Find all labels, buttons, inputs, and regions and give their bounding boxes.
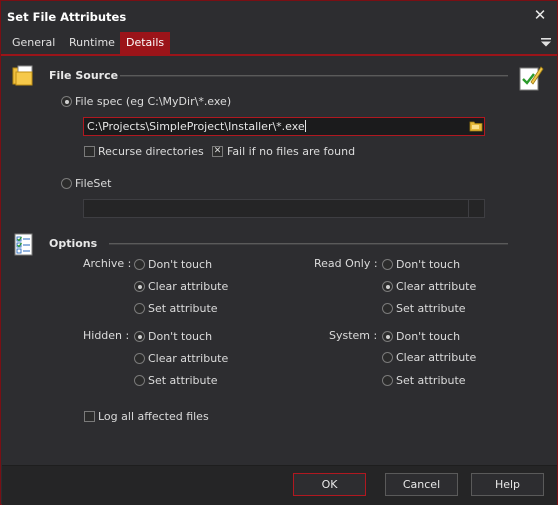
archive-clear-radio[interactable] [134, 281, 145, 292]
tab-general[interactable]: General [6, 32, 61, 54]
fileset-combo[interactable] [83, 199, 485, 218]
system-clear-label: Clear attribute [396, 351, 477, 364]
file-spec-value: C:\Projects\SimpleProject\Installer\*.ex… [87, 120, 305, 133]
log-all-checkbox[interactable] [84, 411, 95, 422]
archive-dont-touch-label: Don't touch [148, 258, 213, 271]
hidden-label: Hidden : [83, 329, 130, 342]
file-spec-label: File spec (eg C:\MyDir\*.exe) [75, 95, 232, 108]
file-source-divider [120, 75, 508, 77]
edit-check-icon[interactable] [518, 64, 544, 92]
system-dont-touch-radio[interactable] [382, 331, 393, 342]
hidden-set-label: Set attribute [148, 374, 218, 387]
read-only-set-radio[interactable] [382, 303, 393, 314]
system-clear-radio[interactable] [382, 352, 393, 363]
details-panel: File Source File spec (eg C:\MyDir\*.exe… [2, 56, 557, 465]
tab-details[interactable]: Details [120, 32, 171, 54]
recurse-label: Recurse directories [98, 145, 204, 158]
read-only-dont-touch-label: Don't touch [396, 258, 461, 271]
fileset-radio[interactable] [61, 178, 72, 189]
checklist-icon [14, 233, 33, 256]
log-all-label: Log all affected files [98, 410, 209, 423]
file-spec-radio[interactable] [61, 96, 72, 107]
tab-bar: General Runtime Details [1, 32, 557, 54]
folder-icon[interactable] [469, 119, 483, 133]
read-only-clear-label: Clear attribute [396, 280, 477, 293]
read-only-dont-touch-radio[interactable] [382, 259, 393, 270]
read-only-clear-radio[interactable] [382, 281, 393, 292]
ok-button[interactable]: OK [293, 473, 366, 496]
system-set-radio[interactable] [382, 375, 393, 386]
menu-arrow-icon[interactable] [541, 37, 551, 47]
archive-set-radio[interactable] [134, 303, 145, 314]
system-label: System : [329, 329, 378, 342]
fail-if-none-checkbox[interactable]: ✕ [212, 146, 223, 157]
archive-label: Archive : [83, 257, 132, 270]
fileset-label: FileSet [75, 177, 112, 190]
options-divider [109, 243, 508, 245]
read-only-label: Read Only : [314, 257, 378, 270]
close-icon[interactable]: ✕ [531, 6, 549, 24]
dialog-window: Set File Attributes ✕ General Runtime De… [0, 0, 558, 505]
hidden-dont-touch-label: Don't touch [148, 330, 213, 343]
files-icon [12, 65, 33, 86]
tab-runtime[interactable]: Runtime [63, 32, 121, 54]
options-title: Options [49, 237, 98, 250]
combo-arrow-icon[interactable] [468, 200, 484, 217]
cancel-button[interactable]: Cancel [385, 473, 458, 496]
archive-dont-touch-radio[interactable] [134, 259, 145, 270]
text-caret [304, 120, 306, 132]
read-only-set-label: Set attribute [396, 302, 466, 315]
system-dont-touch-label: Don't touch [396, 330, 461, 343]
archive-set-label: Set attribute [148, 302, 218, 315]
recurse-checkbox[interactable] [84, 146, 95, 157]
fail-if-none-label: Fail if no files are found [227, 145, 356, 158]
button-bar: OK Cancel Help [2, 465, 557, 505]
archive-clear-label: Clear attribute [148, 280, 229, 293]
file-source-title: File Source [49, 69, 119, 82]
hidden-dont-touch-radio[interactable] [134, 331, 145, 342]
help-button[interactable]: Help [471, 473, 544, 496]
file-spec-input[interactable]: C:\Projects\SimpleProject\Installer\*.ex… [83, 117, 485, 136]
hidden-clear-radio[interactable] [134, 353, 145, 364]
window-title: Set File Attributes [7, 10, 127, 24]
hidden-set-radio[interactable] [134, 375, 145, 386]
hidden-clear-label: Clear attribute [148, 352, 229, 365]
system-set-label: Set attribute [396, 374, 466, 387]
title-bar: Set File Attributes ✕ [1, 1, 557, 32]
